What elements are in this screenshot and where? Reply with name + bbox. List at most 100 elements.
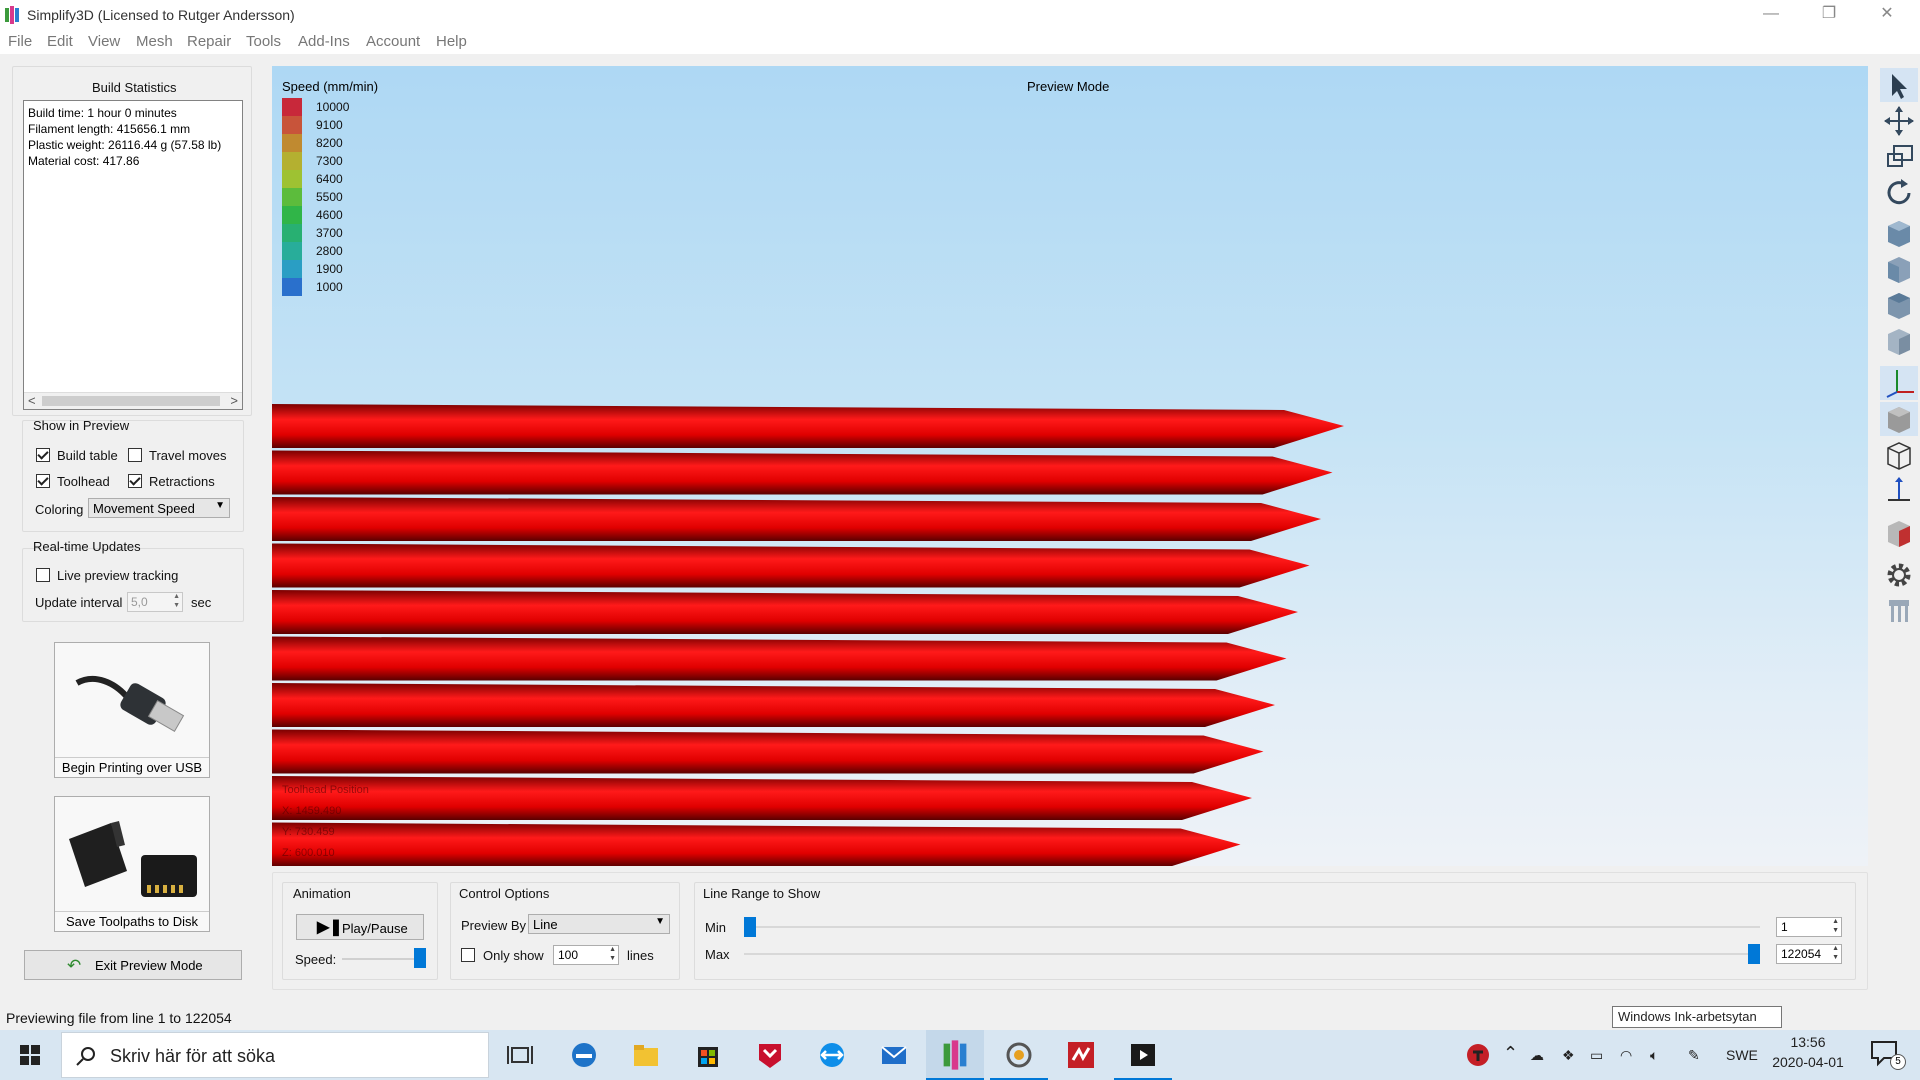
- view-side-button[interactable]: [1880, 324, 1918, 358]
- menu-account[interactable]: Account: [366, 33, 420, 50]
- update-interval-value: 5,0: [131, 595, 148, 609]
- live-tracking-checkbox[interactable]: [36, 568, 50, 582]
- view-front-button[interactable]: [1880, 252, 1918, 286]
- update-interval-spinbox[interactable]: 5,0 ▲ ▼: [127, 592, 183, 612]
- menu-add-ins[interactable]: Add-Ins: [298, 33, 350, 50]
- preview-by-dropdown[interactable]: Line ▼: [528, 914, 670, 934]
- wireframe-view-button[interactable]: [1880, 438, 1918, 472]
- toolhead-checkbox[interactable]: [36, 474, 50, 488]
- support-tool-button[interactable]: [1880, 594, 1918, 628]
- spin-arrows-icon[interactable]: ▲ ▼: [173, 592, 180, 610]
- cube-front-icon: [1888, 257, 1910, 283]
- wifi-icon[interactable]: ◠: [1620, 1047, 1632, 1064]
- scroll-left-icon[interactable]: <: [28, 393, 36, 408]
- clock[interactable]: 13:56 2020-04-01: [1768, 1034, 1848, 1070]
- usb-cable-icon: [75, 676, 185, 732]
- toolpath-layer: [272, 497, 1321, 541]
- menu-mesh[interactable]: Mesh: [136, 33, 173, 50]
- store-icon[interactable]: [688, 1036, 728, 1074]
- view-top-button[interactable]: [1880, 288, 1918, 322]
- taskbar-simplify3d-active[interactable]: [926, 1030, 984, 1080]
- menu-repair[interactable]: Repair: [187, 33, 231, 50]
- tray-app-icon[interactable]: [1466, 1043, 1490, 1067]
- taskbar-search-box[interactable]: Skriv här för att söka: [61, 1032, 489, 1078]
- toolpath-layer: [272, 543, 1310, 588]
- select-tool-button[interactable]: [1880, 68, 1918, 102]
- close-button[interactable]: ✕: [1858, 0, 1916, 30]
- menu-file[interactable]: File: [8, 33, 32, 50]
- toolpath-render: [272, 404, 1344, 866]
- search-icon: [76, 1047, 95, 1066]
- spin-arrows-icon[interactable]: ▲ ▼: [609, 945, 616, 963]
- windows-ink-icon[interactable]: ✎: [1688, 1047, 1700, 1064]
- model-color-button[interactable]: [1880, 516, 1918, 550]
- retractions-checkbox[interactable]: [128, 474, 142, 488]
- menu-tools[interactable]: Tools: [246, 33, 281, 50]
- 3d-viewport[interactable]: Speed (mm/min) Preview Mode 10000 9100 8…: [272, 66, 1868, 866]
- cross-section-button[interactable]: [1880, 474, 1918, 508]
- rotate-tool-button[interactable]: [1880, 176, 1918, 210]
- view-iso-button[interactable]: [1880, 216, 1918, 250]
- stat-material-cost: Material cost: 417.86: [28, 154, 140, 168]
- play-pause-button[interactable]: ▶❚ Play/Pause: [296, 914, 424, 940]
- axes-toggle-button[interactable]: [1880, 366, 1918, 400]
- horizontal-scrollbar[interactable]: < >: [24, 392, 242, 409]
- mail-icon[interactable]: [874, 1036, 914, 1074]
- menu-view[interactable]: View: [88, 33, 120, 50]
- begin-printing-usb-button[interactable]: Begin Printing over USB: [54, 642, 210, 778]
- battery-icon[interactable]: ▭: [1590, 1047, 1603, 1064]
- scrollbar-thumb[interactable]: [42, 396, 220, 406]
- spin-arrows-icon[interactable]: ▲ ▼: [1832, 917, 1839, 935]
- notifications-button[interactable]: 5: [1870, 1040, 1910, 1070]
- only-show-spinbox[interactable]: 100 ▲ ▼: [553, 945, 619, 965]
- build-table-checkbox[interactable]: [36, 448, 50, 462]
- gear-icon: [1887, 563, 1911, 587]
- min-line-spinbox[interactable]: 1 ▲ ▼: [1776, 917, 1842, 937]
- dropbox-icon[interactable]: ❖: [1562, 1047, 1575, 1064]
- spin-arrows-icon[interactable]: ▲ ▼: [1832, 944, 1839, 962]
- coloring-dropdown[interactable]: Movement Speed ▼: [88, 498, 230, 518]
- min-line-value: 1: [1781, 920, 1788, 934]
- volume-icon[interactable]: 🔈︎: [1650, 1047, 1658, 1064]
- scroll-right-icon[interactable]: >: [230, 393, 238, 408]
- restore-button[interactable]: ❐: [1800, 0, 1858, 30]
- start-button[interactable]: [0, 1030, 60, 1080]
- mcafee-icon[interactable]: [750, 1036, 790, 1074]
- right-toolbar: [1878, 64, 1920, 634]
- taskbar-app-running[interactable]: [990, 1030, 1048, 1080]
- max-slider-thumb[interactable]: [1748, 944, 1760, 964]
- move-tool-button[interactable]: [1880, 104, 1918, 138]
- minimize-button[interactable]: —: [1742, 0, 1800, 30]
- edge-browser-icon[interactable]: [564, 1036, 604, 1074]
- chevron-up-icon[interactable]: ⌃: [1503, 1043, 1518, 1064]
- max-line-spinbox[interactable]: 122054 ▲ ▼: [1776, 944, 1842, 964]
- onedrive-icon[interactable]: ☁: [1530, 1047, 1544, 1064]
- travel-moves-checkbox[interactable]: [128, 448, 142, 462]
- only-show-checkbox[interactable]: [461, 948, 475, 962]
- min-slider-thumb[interactable]: [744, 917, 756, 937]
- solid-view-button[interactable]: [1880, 402, 1918, 436]
- snipping-tool-icon: [1006, 1042, 1032, 1068]
- simplify3d-app-icon: [5, 6, 19, 24]
- solidworks-icon: [1068, 1042, 1094, 1068]
- taskbar-media-player[interactable]: [1114, 1030, 1172, 1080]
- input-language[interactable]: SWE: [1726, 1047, 1758, 1063]
- clock-time: 13:56: [1790, 1034, 1826, 1050]
- exit-preview-button[interactable]: ↶ Exit Preview Mode: [24, 950, 242, 980]
- settings-button[interactable]: [1880, 558, 1918, 592]
- scale-tool-button[interactable]: [1880, 140, 1918, 174]
- task-view-icon[interactable]: [500, 1036, 540, 1074]
- simplify3d-app-icon: [943, 1040, 967, 1070]
- menu-edit[interactable]: Edit: [47, 33, 73, 50]
- file-explorer-icon[interactable]: [626, 1036, 666, 1074]
- speed-slider-thumb[interactable]: [414, 948, 426, 968]
- save-toolpaths-button[interactable]: Save Toolpaths to Disk: [54, 796, 210, 932]
- build-statistics-box: Build time: 1 hour 0 minutes Filament le…: [23, 100, 243, 410]
- teamviewer-icon[interactable]: [812, 1036, 852, 1074]
- control-options-heading: Control Options: [459, 886, 550, 901]
- build-table-label: Build table: [57, 448, 118, 463]
- min-slider-track[interactable]: [744, 926, 1760, 928]
- menu-help[interactable]: Help: [436, 33, 467, 50]
- max-slider-track[interactable]: [744, 953, 1760, 955]
- taskbar-solidworks[interactable]: [1052, 1030, 1110, 1080]
